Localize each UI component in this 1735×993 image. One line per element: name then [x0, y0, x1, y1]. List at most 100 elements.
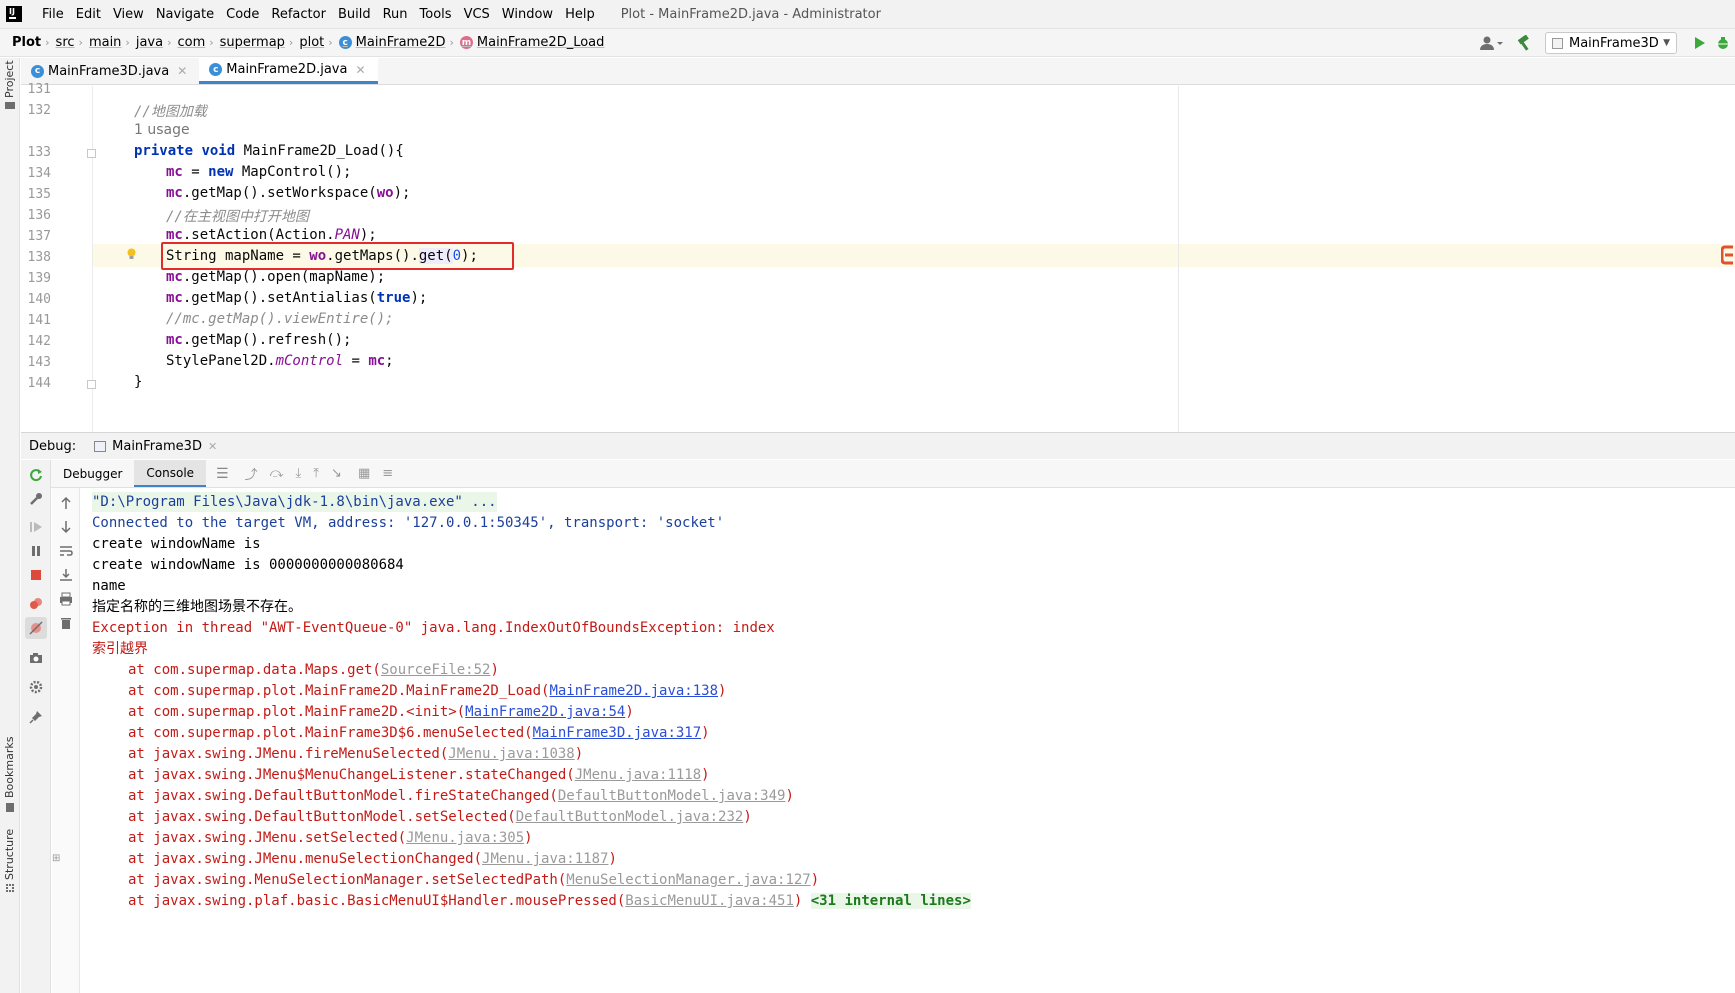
code-text: }: [134, 374, 143, 390]
step-out-icon[interactable]: ⤒: [313, 466, 319, 481]
fold-expand-icon[interactable]: ⊞: [52, 853, 60, 864]
usage-hint[interactable]: 1 usage: [134, 122, 190, 138]
bookmarks-tool-button[interactable]: Bookmarks: [3, 737, 16, 798]
up-arrow-icon[interactable]: [59, 496, 73, 510]
tab-mainframe2d[interactable]: c MainFrame2D.java ✕: [199, 58, 378, 84]
menu-build[interactable]: Build: [332, 7, 377, 22]
breadcrumb-supermap[interactable]: supermap: [216, 35, 287, 50]
stack-trace-link[interactable]: SourceFile:52: [381, 662, 491, 678]
menu-vcs[interactable]: VCS: [458, 7, 496, 22]
breadcrumb-plot[interactable]: plot: [295, 35, 326, 50]
stack-trace-link[interactable]: JMenu.java:305: [406, 830, 524, 846]
debug-icon[interactable]: [1715, 35, 1731, 51]
gear-icon[interactable]: [29, 680, 43, 694]
nav-toolbar: MainFrame3D ▼: [1479, 29, 1735, 57]
breadcrumb-com[interactable]: com: [173, 35, 207, 50]
breadcrumb-java[interactable]: java: [132, 35, 165, 50]
inspection-warning-icon[interactable]: [1721, 245, 1735, 265]
step-over-icon[interactable]: ⤼: [270, 466, 284, 481]
pin-icon[interactable]: [29, 710, 43, 724]
show-execution-point-icon[interactable]: ⤴: [245, 464, 258, 483]
project-tool-button[interactable]: Project: [3, 60, 16, 98]
internal-lines-fold[interactable]: <31 internal lines>: [810, 893, 971, 909]
tab-mainframe3d[interactable]: c MainFrame3D.java ✕: [21, 58, 199, 84]
code-field: mc: [166, 290, 183, 306]
code-text: =: [182, 164, 209, 180]
fold-icon[interactable]: [87, 380, 96, 389]
code-line-132: //地图加载: [134, 101, 207, 121]
tab-console[interactable]: Console: [134, 460, 207, 487]
stack-trace-link[interactable]: JMenu.java:1038: [448, 746, 574, 762]
stack-trace-link[interactable]: MainFrame2D.java:54: [465, 704, 625, 720]
trace-icon[interactable]: ≡: [382, 466, 393, 481]
folder-icon: [5, 102, 15, 109]
stack-trace-link[interactable]: MenuSelectionManager.java:127: [566, 872, 810, 888]
code-text: StylePanel2D.: [166, 353, 276, 369]
line-number: 135: [27, 187, 51, 202]
stack-trace-link[interactable]: JMenu.java:1118: [575, 767, 701, 783]
menu-view[interactable]: View: [107, 7, 150, 22]
pause-icon[interactable]: [29, 544, 43, 558]
breadcrumb-method-label: MainFrame2D_Load: [476, 35, 605, 50]
down-arrow-icon[interactable]: [59, 520, 73, 534]
stack-trace-link[interactable]: MainFrame2D.java:138: [549, 683, 718, 699]
menu-tools[interactable]: Tools: [414, 7, 458, 22]
console-output[interactable]: "D:\Program Files\Java\jdk-1.8\bin\java.…: [92, 492, 1722, 992]
print-icon[interactable]: [59, 592, 73, 606]
step-into-icon[interactable]: ⤓: [296, 466, 302, 481]
close-icon[interactable]: ✕: [355, 63, 365, 77]
menu-run[interactable]: Run: [377, 7, 414, 22]
stack-trace-text: at javax.swing.DefaultButtonModel.setSel…: [128, 809, 516, 825]
menu-lines-icon[interactable]: ☰: [216, 466, 229, 482]
menu-refactor[interactable]: Refactor: [265, 7, 332, 22]
resume-icon[interactable]: [29, 520, 43, 534]
debug-session-tab[interactable]: MainFrame3D: [112, 439, 202, 454]
run-icon[interactable]: [1695, 37, 1705, 49]
chevron-right-icon: ›: [167, 36, 172, 49]
stop-icon[interactable]: [29, 568, 43, 582]
wrench-icon[interactable]: [29, 492, 43, 506]
stack-trace-link[interactable]: DefaultButtonModel.java:349: [558, 788, 786, 804]
code-line-133: private void MainFrame2D_Load(){: [134, 143, 404, 159]
breadcrumb-method[interactable]: m MainFrame2D_Load: [456, 35, 607, 50]
camera-icon[interactable]: [29, 651, 43, 665]
user-icon[interactable]: [1479, 35, 1505, 51]
code-line-135: mc.getMap().setWorkspace(wo);: [166, 185, 410, 201]
breadcrumb-class[interactable]: c MainFrame2D: [335, 35, 448, 50]
close-icon[interactable]: ✕: [208, 440, 217, 453]
chevron-right-icon: ›: [288, 36, 294, 49]
code-field: mc: [166, 164, 183, 180]
stack-trace-link[interactable]: BasicMenuUI.java:451: [625, 893, 794, 909]
breadcrumb-project[interactable]: Plot: [0, 35, 43, 50]
trash-icon[interactable]: [59, 616, 73, 630]
menu-help[interactable]: Help: [559, 7, 601, 22]
code-editor[interactable]: 131 132 133 134 135 136 137 138 139 140 …: [21, 82, 1735, 432]
stack-trace-link[interactable]: MainFrame3D.java:317: [533, 725, 702, 741]
tab-debugger[interactable]: Debugger: [51, 460, 134, 487]
fold-icon[interactable]: [87, 149, 96, 158]
menu-code[interactable]: Code: [220, 7, 265, 22]
scroll-to-end-icon[interactable]: [59, 568, 73, 582]
menu-navigate[interactable]: Navigate: [150, 7, 220, 22]
stack-trace-link[interactable]: JMenu.java:1187: [482, 851, 608, 867]
lightbulb-icon[interactable]: [127, 248, 136, 260]
stack-trace-text: ): [701, 767, 710, 783]
stack-trace-line: at com.supermap.plot.MainFrame2D.<init>(…: [92, 702, 634, 722]
run-configuration-select[interactable]: MainFrame3D ▼: [1545, 32, 1677, 54]
chevron-right-icon: ›: [78, 36, 83, 49]
stack-trace-link[interactable]: DefaultButtonModel.java:232: [516, 809, 744, 825]
close-icon[interactable]: ✕: [177, 64, 187, 78]
breadcrumb-main[interactable]: main: [85, 35, 123, 50]
soft-wrap-icon[interactable]: [59, 544, 73, 558]
menu-window[interactable]: Window: [496, 7, 559, 22]
view-breakpoints-icon[interactable]: [29, 597, 43, 611]
menu-edit[interactable]: Edit: [70, 7, 107, 22]
evaluate-expression-icon[interactable]: ▦: [358, 466, 370, 481]
run-to-cursor-icon[interactable]: ↘: [331, 466, 342, 481]
rerun-icon[interactable]: [29, 468, 43, 482]
build-hammer-icon[interactable]: [1515, 35, 1537, 51]
mute-breakpoints-toggle[interactable]: [25, 617, 47, 639]
menu-file[interactable]: File: [36, 7, 70, 22]
breadcrumb-src[interactable]: src: [52, 35, 77, 50]
structure-tool-button[interactable]: Structure: [3, 829, 16, 880]
